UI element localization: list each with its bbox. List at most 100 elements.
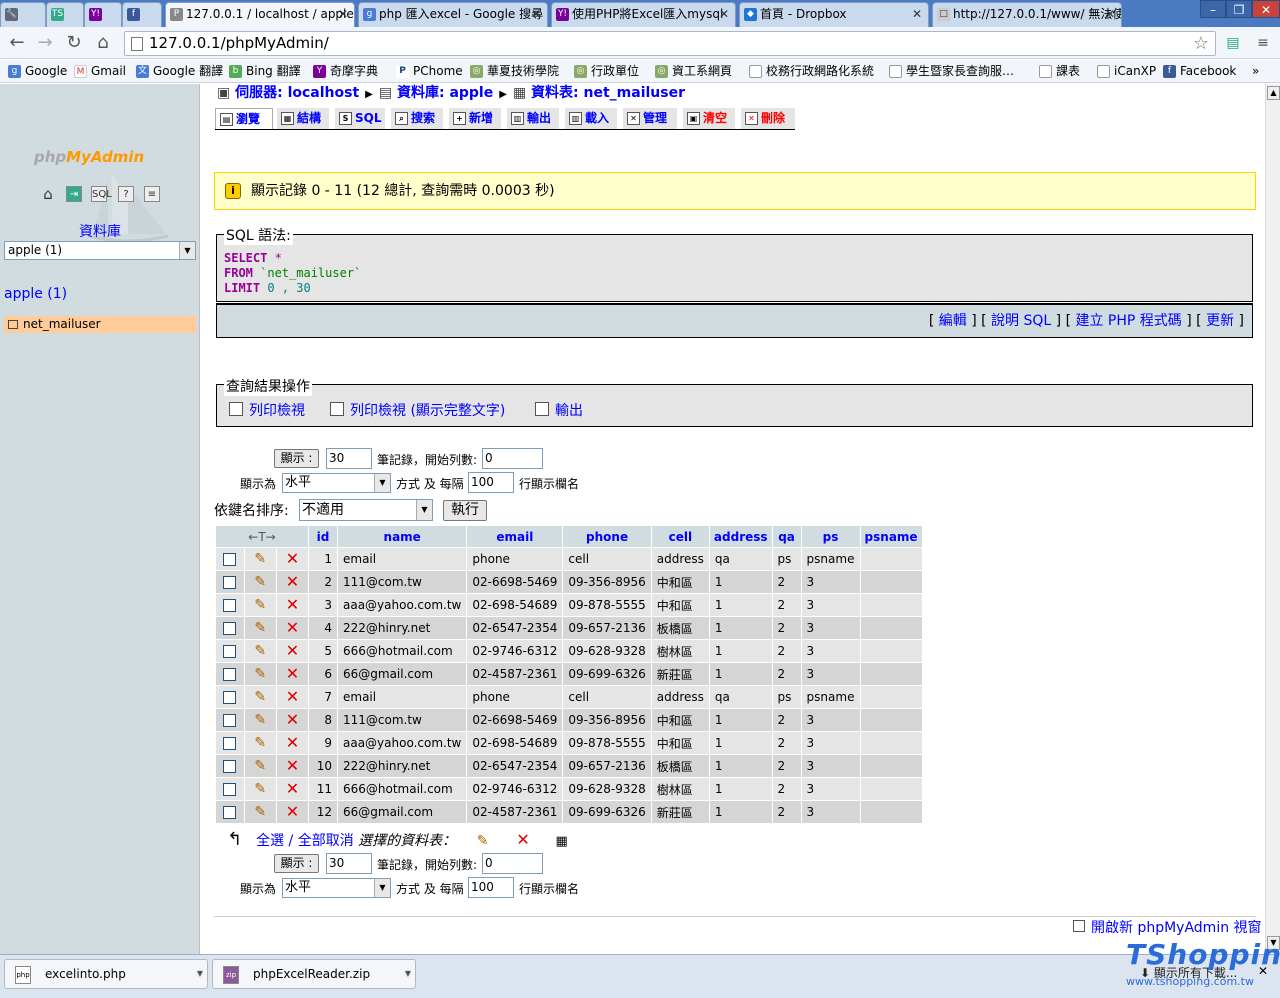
tab-drop[interactable]: ✕ 刪除 — [741, 108, 795, 129]
checkbox-cell[interactable] — [216, 663, 244, 685]
delete-icon[interactable]: ✕ — [284, 735, 300, 751]
edit-cell[interactable]: ✎ — [244, 686, 276, 708]
column-header[interactable]: ps — [801, 526, 860, 547]
address-bar[interactable]: 127.0.0.1/phpMyAdmin/ ☆ — [124, 31, 1216, 56]
close-icon[interactable]: ✕ — [912, 3, 922, 25]
delete-icon[interactable]: ✕ — [284, 574, 300, 590]
edit-cell[interactable]: ✎ — [244, 801, 276, 823]
tab-search[interactable]: ⌕ 搜索 — [391, 108, 443, 129]
delete-cell[interactable]: ✕ — [276, 594, 308, 616]
row-checkbox[interactable] — [223, 576, 237, 589]
create-php-code-link[interactable]: 建立 PHP 程式碼 — [1075, 313, 1181, 329]
close-window-button[interactable]: ✕ — [1252, 0, 1280, 18]
bookmark-schedule[interactable]: 課表 — [1039, 62, 1080, 80]
delete-cell[interactable]: ✕ — [276, 571, 308, 593]
delete-cell[interactable]: ✕ — [276, 686, 308, 708]
refresh-link[interactable]: 更新 — [1206, 313, 1234, 329]
bookmark-facebook[interactable]: f Facebook — [1163, 62, 1236, 80]
checkbox-cell[interactable] — [216, 640, 244, 662]
checkbox-cell[interactable] — [216, 709, 244, 731]
row-checkbox[interactable] — [223, 737, 237, 750]
edit-icon[interactable]: ✎ — [252, 574, 268, 590]
rows-input-bottom[interactable]: 30 — [326, 853, 372, 874]
edit-icon[interactable]: ✎ — [252, 666, 268, 682]
minimize-button[interactable]: – — [1200, 0, 1226, 18]
edit-icon[interactable]: ✎ — [252, 758, 268, 774]
delete-icon[interactable]: ✕ — [284, 643, 300, 659]
docs-icon[interactable]: ≡ — [144, 186, 160, 202]
print-view-link[interactable]: 列印檢視 — [229, 400, 305, 420]
delete-cell[interactable]: ✕ — [276, 778, 308, 800]
edit-cell[interactable]: ✎ — [244, 548, 276, 570]
delete-cell[interactable]: ✕ — [276, 640, 308, 662]
table-row[interactable]: ✎ ✕ 7 email phone cell address qa ps psname — [216, 686, 922, 708]
row-checkbox[interactable] — [223, 622, 237, 635]
tab-import[interactable]: ▥ 載入 — [565, 108, 617, 129]
table-row[interactable]: ✎ ✕ 11 666@hotmail.com 02-9746-6312 09-628-93… — [216, 778, 922, 800]
checkbox-cell[interactable] — [216, 594, 244, 616]
start-input[interactable]: 0 — [482, 448, 543, 469]
column-header[interactable]: qa — [772, 526, 801, 547]
database-link[interactable]: apple (1) — [4, 286, 67, 302]
table-row[interactable]: ✎ ✕ 3 aaa@yahoo.com.tw 02-698-54689 09-878-55… — [216, 594, 922, 616]
edit-icon[interactable]: ✎ — [252, 781, 268, 797]
edit-icon[interactable]: ✎ — [252, 712, 268, 728]
column-header[interactable]: phone — [563, 526, 651, 547]
edit-icon[interactable]: ✎ — [252, 804, 268, 820]
tab-sql[interactable]: S SQL — [335, 108, 385, 129]
start-input-bottom[interactable]: 0 — [482, 853, 543, 874]
back-icon[interactable]: ← — [6, 32, 28, 54]
row-checkbox[interactable] — [223, 783, 237, 796]
column-header[interactable]: cell — [651, 526, 709, 547]
edit-cell[interactable]: ✎ — [244, 571, 276, 593]
edit-cell[interactable]: ✎ — [244, 778, 276, 800]
delete-icon[interactable]: ✕ — [284, 689, 300, 705]
bookmark-pchome[interactable]: P PChome — [396, 62, 463, 80]
column-header[interactable]: id — [309, 526, 337, 547]
maximize-button[interactable]: ❐ — [1226, 0, 1252, 18]
close-icon[interactable]: ✕ — [531, 3, 541, 25]
database-select[interactable]: apple (1) ▼ — [4, 241, 196, 260]
reload-icon[interactable]: ↻ — [63, 32, 85, 54]
checkbox-cell[interactable] — [216, 548, 244, 570]
table-row[interactable]: ✎ ✕ 5 666@hotmail.com 02-9746-6312 09-628-932… — [216, 640, 922, 662]
edit-icon[interactable]: ✎ — [252, 643, 268, 659]
breadcrumb-server[interactable]: 伺服器: localhost — [235, 85, 359, 101]
delete-cell[interactable]: ✕ — [276, 548, 308, 570]
delete-icon[interactable]: ✕ — [284, 758, 300, 774]
close-icon[interactable]: ✕ — [338, 3, 348, 25]
table-row[interactable]: ✎ ✕ 10 222@hinry.net 02-6547-2354 09-657-2136… — [216, 755, 922, 777]
table-row[interactable]: ✎ ✕ 8 111@com.tw 02-6698-5469 09-356-8956 中和區 1… — [216, 709, 922, 731]
exit-icon[interactable]: ⇥ — [66, 186, 82, 202]
tab-yahoo-answer[interactable]: Y! 使用PHP將Excel匯入mysql ✕ — [551, 2, 736, 27]
edit-cell[interactable]: ✎ — [244, 594, 276, 616]
edit-icon[interactable]: ✎ — [252, 735, 268, 751]
close-icon[interactable]: ✕ — [1105, 3, 1115, 25]
table-row[interactable]: ✎ ✕ 12 66@gmail.com 02-4587-2361 09-699-6326 新… — [216, 801, 922, 823]
delete-cell[interactable]: ✕ — [276, 617, 308, 639]
breadcrumb-table[interactable]: 資料表: net_mailuser — [531, 85, 685, 101]
delete-icon[interactable]: ✕ — [284, 620, 300, 636]
mode-select[interactable]: 水平 ▼ — [282, 473, 391, 493]
close-icon[interactable]: ✕ — [719, 3, 729, 25]
go-button[interactable]: 執行 — [443, 500, 487, 521]
table-row[interactable]: ✎ ✕ 4 222@hinry.net 02-6547-2354 09-657-2136 板… — [216, 617, 922, 639]
bookmark-parent-query[interactable]: 學生暨家長查詢服… — [889, 62, 1014, 80]
column-header[interactable]: address — [709, 526, 772, 547]
delete-cell[interactable]: ✕ — [276, 755, 308, 777]
edit-cell[interactable]: ✎ — [244, 732, 276, 754]
pma-logo[interactable]: phpMyAdmin — [34, 148, 144, 166]
edit-icon[interactable]: ✎ — [252, 551, 268, 567]
bookmark-dictionary[interactable]: Y 奇摩字典 — [313, 62, 378, 80]
column-header[interactable]: name — [338, 526, 467, 547]
column-header[interactable]: email — [467, 526, 563, 547]
breadcrumb-database[interactable]: 資料庫: apple — [397, 85, 493, 101]
delete-cell[interactable]: ✕ — [276, 732, 308, 754]
checkbox-cell[interactable] — [216, 686, 244, 708]
row-checkbox[interactable] — [223, 806, 237, 819]
bookmark-csie[interactable]: ◎ 資工系網頁 — [655, 62, 732, 80]
bookmark-google[interactable]: g Google — [8, 62, 67, 80]
delete-icon[interactable]: ✕ — [284, 597, 300, 613]
edit-cell[interactable]: ✎ — [244, 755, 276, 777]
home-icon[interactable]: ⌂ — [40, 186, 56, 202]
